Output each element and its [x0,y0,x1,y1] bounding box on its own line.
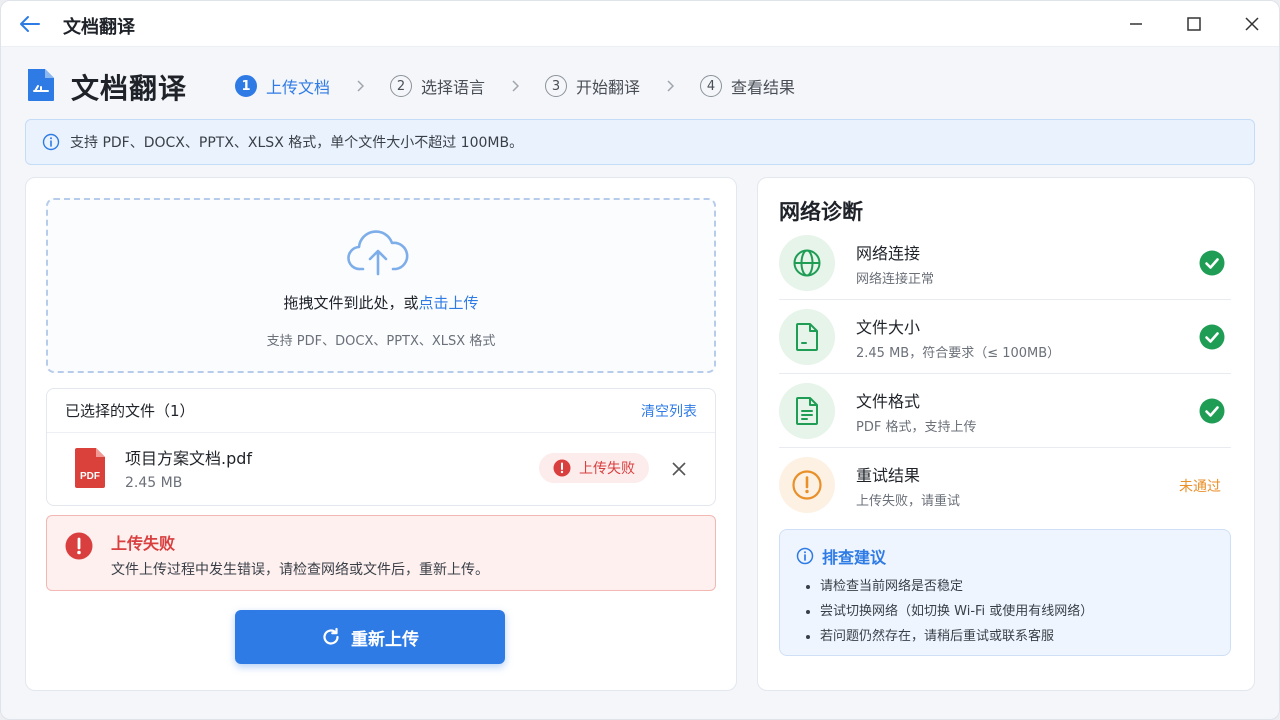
info-icon [42,133,60,151]
step-number: 4 [700,75,723,97]
tips-title: 排查建议 [822,548,887,567]
step-upload[interactable]: 1 上传文档 [235,73,330,99]
diag-item-desc: 2.45 MB，符合要求（≤ 100MB） [856,346,1061,361]
diagnostics-panel: 网络诊断 网络连接 网络连接正常 文件大小 2.45 MB，符合要求（≤ 100… [757,177,1255,691]
arrow-left-icon [20,16,40,32]
warning-icon [792,470,822,500]
step-label: 上传文档 [266,78,331,97]
step-label: 选择语言 [421,78,486,97]
diag-status-text: 未通过 [1179,479,1221,495]
step-label: 开始翻译 [576,78,641,97]
tips-header: 排查建议 [796,544,886,568]
dropzone-hint: 支持 PDF、DOCX、PPTX、XLSX 格式 [266,334,496,349]
globe-icon [793,249,821,277]
selected-files-box: 已选择的文件（1） 清空列表 PDF 项目方案文档.pdf 2.45 MB 上传… [46,388,716,506]
check-circle-icon [1199,250,1225,276]
error-icon [65,532,93,560]
troubleshooting-tips: 排查建议 请检查当前网络是否稳定 尝试切换网络（如切换 Wi-Fi 或使用有线网… [779,529,1231,656]
diag-item-name: 文件大小 [856,318,921,337]
error-icon [553,459,571,477]
list-item: 请检查当前网络是否稳定 [806,574,1093,599]
remove-file-button[interactable] [667,457,691,481]
diag-icon-container [779,383,835,439]
minimize-button[interactable] [1121,10,1151,38]
error-title: 上传失败 [111,534,176,553]
cloud-upload-icon [347,230,409,276]
minimize-icon [1130,23,1142,25]
list-item: 若问题仍然存在，请稍后重试或联系客服 [806,624,1093,649]
list-item: 尝试切换网络（如切换 Wi-Fi 或使用有线网络） [806,599,1093,624]
close-icon [1245,17,1259,31]
diag-item-file-size: 文件大小 2.45 MB，符合要求（≤ 100MB） [779,300,1231,374]
click-upload-link[interactable]: 点击上传 [419,294,479,312]
diag-item-desc: 上传失败，请重试 [856,494,961,509]
tips-list: 请检查当前网络是否稳定 尝试切换网络（如切换 Wi-Fi 或使用有线网络） 若问… [806,574,1093,649]
file-name: 项目方案文档.pdf [125,449,253,468]
step-label: 查看结果 [731,78,796,97]
chevron-right-icon [485,80,545,92]
upload-panel: 拖拽文件到此处，或点击上传 支持 PDF、DOCX、PPTX、XLSX 格式 已… [25,177,737,691]
retry-upload-label: 重新上传 [351,629,419,650]
step-number: 3 [545,75,568,97]
stepper: 1 上传文档 2 选择语言 3 开始翻译 4 查看结果 [235,73,795,99]
pdf-icon-label: PDF [80,471,100,482]
retry-upload-button[interactable]: 重新上传 [235,610,505,664]
diag-icon-container [779,309,835,365]
diag-item-desc: 网络连接正常 [856,272,935,287]
clear-list-link[interactable]: 清空列表 [641,401,697,421]
dropzone-prompt: 拖拽文件到此处，或 [283,294,419,312]
app-logo-icon [28,69,54,101]
file-size: 2.45 MB [125,475,183,491]
maximize-icon [1187,17,1201,31]
check-circle-icon [1199,398,1225,424]
status-badge-text: 上传失败 [579,461,635,477]
diag-item-file-format: 文件格式 PDF 格式，支持上传 [779,374,1231,448]
check-circle-icon [1199,324,1225,350]
chevron-right-icon [640,80,700,92]
step-translate[interactable]: 3 开始翻译 [545,73,640,99]
file-icon [796,323,818,351]
error-message: 文件上传过程中发生错误，请检查网络或文件后，重新上传。 [111,562,489,578]
selected-files-header: 已选择的文件（1） 清空列表 [47,389,715,433]
diagnostics-title: 网络诊断 [779,200,863,224]
app-window: 文档翻译 文档翻译 1 上传文档 2 选择语言 3 开始翻译 4 查看结果 支持… [0,0,1280,720]
diag-icon-container [779,457,835,513]
close-icon [672,462,686,476]
diag-item-name: 文件格式 [856,392,921,411]
dropzone-text: 拖拽文件到此处，或点击上传 [48,292,714,313]
diag-item-name: 重试结果 [856,466,921,485]
selected-files-title: 已选择的文件（1） [65,402,195,420]
refresh-icon [323,627,339,645]
error-alert: 上传失败 文件上传过程中发生错误，请检查网络或文件后，重新上传。 [46,515,716,591]
info-icon [796,547,814,565]
info-banner-text: 支持 PDF、DOCX、PPTX、XLSX 格式，单个文件大小不超过 100MB… [70,135,524,151]
page-title: 文档翻译 [71,72,188,105]
file-row: PDF 项目方案文档.pdf 2.45 MB 上传失败 [47,433,715,505]
diag-item-network: 网络连接 网络连接正常 [779,226,1231,300]
title-bar: 文档翻译 [1,1,1279,47]
pdf-file-icon: PDF [75,448,105,488]
window-title: 文档翻译 [63,17,135,38]
step-number: 2 [390,75,413,97]
step-language[interactable]: 2 选择语言 [390,73,485,99]
diag-item-name: 网络连接 [856,244,921,263]
step-number: 1 [235,75,257,97]
upload-dropzone[interactable]: 拖拽文件到此处，或点击上传 支持 PDF、DOCX、PPTX、XLSX 格式 [46,198,716,373]
info-banner: 支持 PDF、DOCX、PPTX、XLSX 格式，单个文件大小不超过 100MB… [25,119,1255,165]
chevron-right-icon [330,80,390,92]
status-badge: 上传失败 [539,453,649,483]
step-results[interactable]: 4 查看结果 [700,73,795,99]
maximize-button[interactable] [1179,10,1209,38]
document-icon [796,397,818,425]
diag-item-desc: PDF 格式，支持上传 [856,420,977,435]
diag-item-retry-result: 重试结果 上传失败，请重试 未通过 [779,448,1231,522]
close-button[interactable] [1237,10,1267,38]
diag-icon-container [779,235,835,291]
back-button[interactable] [15,10,45,38]
